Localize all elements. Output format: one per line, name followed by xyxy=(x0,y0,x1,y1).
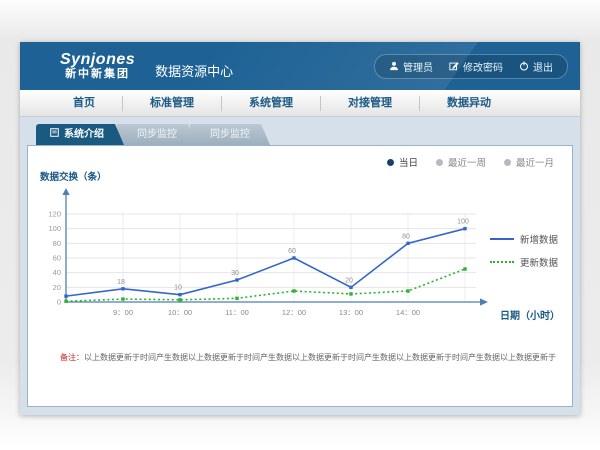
svg-text:40: 40 xyxy=(53,268,61,277)
svg-text:14：00: 14：00 xyxy=(396,308,420,317)
svg-text:100: 100 xyxy=(457,219,469,226)
legend-line-dotted-icon xyxy=(490,261,514,263)
document-icon xyxy=(50,124,59,145)
svg-text:10: 10 xyxy=(174,285,182,292)
radio-label: 最近一周 xyxy=(448,155,486,169)
user-menu[interactable]: 管理员 xyxy=(389,59,433,74)
legend-item-new-data: 新增数据 xyxy=(490,232,558,246)
tab-sync-monitor-2[interactable]: 同步监控 xyxy=(190,124,270,145)
radio-label: 当日 xyxy=(399,155,418,169)
legend-line-solid-icon xyxy=(490,238,514,240)
svg-text:10：00: 10：00 xyxy=(168,308,192,317)
tab-label: 同步监控 xyxy=(210,124,250,145)
svg-text:100: 100 xyxy=(48,224,61,233)
tab-sync-monitor-1[interactable]: 同步监控 xyxy=(117,124,197,145)
x-axis-title: 日期（小时） xyxy=(500,307,560,322)
tab-label: 同步监控 xyxy=(137,124,177,145)
footer-note: 备注：以上数据更新于时间产生数据以上数据更新于时间产生数据以上数据更新于时间产生… xyxy=(60,352,556,363)
period-filter: 当日 最近一周 最近一月 xyxy=(387,155,554,169)
chart-panel: 当日 最近一周 最近一月 数据交换（条） 0204060801001209：00… xyxy=(27,145,573,407)
nav-item-system-mgmt[interactable]: 系统管理 xyxy=(221,96,320,111)
desktop-background: Synjones 新中新集团 数据资源中心 管理员 修改密码 xyxy=(0,0,600,450)
user-name: 管理员 xyxy=(403,59,433,74)
chart-legend: 新增数据 更新数据 xyxy=(490,232,558,278)
svg-text:12：00: 12：00 xyxy=(282,308,306,317)
brand-company: 新中新集团 xyxy=(60,69,135,81)
logout-label: 退出 xyxy=(533,59,553,74)
radio-today[interactable]: 当日 xyxy=(387,155,418,169)
radio-dot-icon xyxy=(387,159,394,166)
change-password-button[interactable]: 修改密码 xyxy=(449,59,503,74)
radio-last-week[interactable]: 最近一周 xyxy=(436,155,486,169)
brand-logo[interactable]: Synjones 新中新集团 xyxy=(60,52,135,80)
tab-label: 系统介绍 xyxy=(64,124,104,145)
line-chart-svg: 0 20 40 60 80 100 120 9：00 10：00 11：00 12：00 13：00 1… xyxy=(28,174,498,326)
tab-bar: 系统介绍 同步监控 同步监控 xyxy=(36,124,573,145)
svg-text:60: 60 xyxy=(288,248,296,255)
svg-text:60: 60 xyxy=(53,254,61,263)
svg-text:80: 80 xyxy=(402,233,410,240)
nav-item-data-changes[interactable]: 数据异动 xyxy=(419,96,518,111)
svg-text:18: 18 xyxy=(117,279,125,286)
edit-icon xyxy=(449,61,459,71)
svg-text:30: 30 xyxy=(231,270,239,277)
svg-text:13：00: 13：00 xyxy=(339,308,363,317)
nav-item-integration-mgmt[interactable]: 对接管理 xyxy=(320,96,419,111)
nav-item-standard-mgmt[interactable]: 标准管理 xyxy=(122,96,221,111)
svg-text:20: 20 xyxy=(53,283,61,292)
main-nav: 首页 标准管理 系统管理 对接管理 数据异动 xyxy=(20,90,580,117)
legend-label: 更新数据 xyxy=(520,255,558,269)
radio-last-month[interactable]: 最近一月 xyxy=(504,155,554,169)
content-area: 系统介绍 同步监控 同步监控 当日 最 xyxy=(20,117,580,415)
legend-label: 新增数据 xyxy=(520,232,558,246)
page-title: 数据资源中心 xyxy=(155,53,233,80)
svg-text:120: 120 xyxy=(48,210,61,219)
app-header: Synjones 新中新集团 数据资源中心 管理员 修改密码 xyxy=(20,42,580,90)
svg-text:0: 0 xyxy=(57,298,61,307)
radio-dot-icon xyxy=(436,159,443,166)
note-text: 以上数据更新于时间产生数据以上数据更新于时间产生数据以上数据更新于时间产生数据以… xyxy=(84,353,556,362)
note-label: 备注： xyxy=(60,353,84,362)
user-icon xyxy=(389,61,399,71)
svg-text:80: 80 xyxy=(53,239,61,248)
tab-system-intro[interactable]: 系统介绍 xyxy=(36,124,124,145)
radio-label: 最近一月 xyxy=(516,155,554,169)
radio-dot-icon xyxy=(504,159,511,166)
power-icon xyxy=(519,61,529,71)
change-password-label: 修改密码 xyxy=(463,59,503,74)
logout-button[interactable]: 退出 xyxy=(519,59,553,74)
app-window: Synjones 新中新集团 数据资源中心 管理员 修改密码 xyxy=(20,42,580,415)
brand-name: Synjones xyxy=(60,52,135,69)
nav-item-home[interactable]: 首页 xyxy=(46,96,122,111)
legend-item-updated-data: 更新数据 xyxy=(490,255,558,269)
svg-text:9：00: 9：00 xyxy=(113,308,133,317)
user-toolbar: 管理员 修改密码 退出 xyxy=(374,54,568,79)
svg-text:20: 20 xyxy=(345,277,353,284)
svg-text:11：00: 11：00 xyxy=(225,308,249,317)
